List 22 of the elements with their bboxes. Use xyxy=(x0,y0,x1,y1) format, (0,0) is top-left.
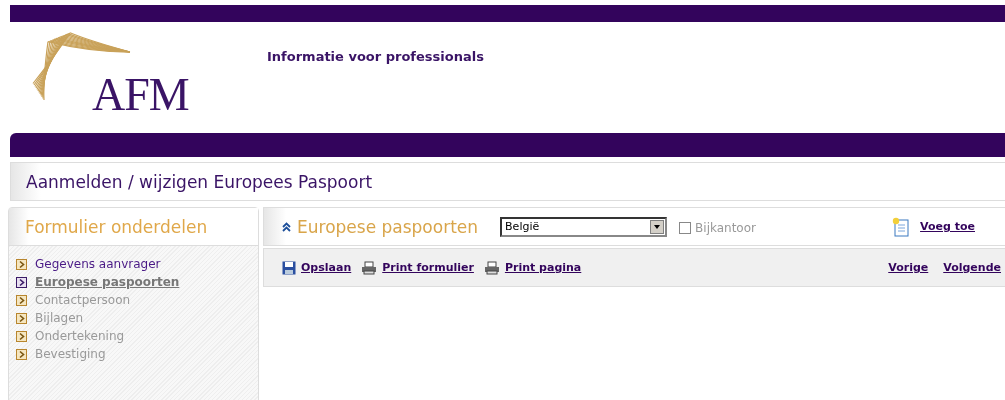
nav-link[interactable]: Vorige xyxy=(888,261,929,274)
tagline: Informatie voor professionals xyxy=(267,49,484,64)
toolbar-link[interactable]: Opslaan xyxy=(301,261,352,274)
printer-icon xyxy=(361,260,378,275)
collapse-icon xyxy=(282,221,291,232)
section-title: Europese paspoorten xyxy=(297,216,479,237)
checkbox-label: Bijkantoor xyxy=(695,221,756,235)
toolbar-link[interactable]: Print formulier xyxy=(382,261,474,274)
logo-text: AFM xyxy=(92,68,189,121)
toolbar-link[interactable]: Print pagina xyxy=(504,261,582,274)
add-document-icon xyxy=(892,216,911,237)
sidebar-link[interactable]: Gegevens aanvrager xyxy=(35,257,161,271)
nav-link[interactable]: Volgende xyxy=(943,261,1001,274)
dropdown-icon xyxy=(650,219,665,234)
save-icon xyxy=(282,260,296,275)
sidebar-title: Formulier onderdelen xyxy=(25,216,208,237)
page-title: Aanmelden / wijzigen Europees Paspoort xyxy=(26,171,373,192)
printer-icon xyxy=(483,260,500,275)
add-link[interactable]: Voeg toe xyxy=(920,220,975,233)
country-select[interactable]: België xyxy=(500,216,668,237)
checkbox[interactable] xyxy=(679,222,692,234)
sidebar-link[interactable]: Europese paspoorten xyxy=(35,275,180,289)
